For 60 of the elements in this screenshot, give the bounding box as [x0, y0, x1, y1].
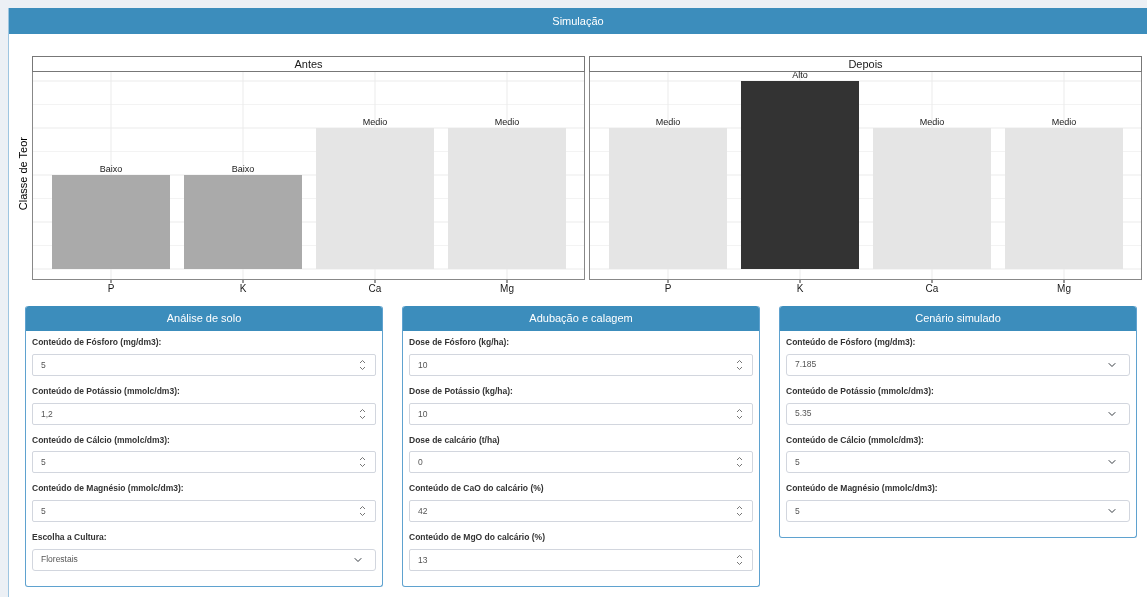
field-label: Conteúdo de Potássio (mmolc/dm3):: [786, 384, 935, 398]
axis-label: P: [107, 283, 114, 294]
field-label: Conteúdo de MgO do calcário (%): [409, 531, 546, 544]
spinner-icon[interactable]: [359, 505, 366, 517]
field-label: Conteúdo de CaO do calcário (%): [409, 482, 545, 495]
y-axis-title: Classe de Teor: [16, 137, 30, 211]
number-input[interactable]: 1,2: [32, 402, 376, 425]
field-label: Conteúdo de Cálcio (mmolc/dm3):: [786, 433, 925, 447]
dropdown[interactable]: Florestais: [32, 548, 376, 571]
panel-title: Análise de solo: [26, 306, 382, 331]
spinner-icon[interactable]: [359, 358, 366, 371]
axis-label: P: [664, 283, 671, 294]
field-label: Dose de calcário (t/ha): [409, 433, 501, 447]
facet-strip: Depois: [588, 56, 1142, 72]
field-label: Dose de Fósforo (kg/ha):: [409, 336, 511, 349]
axis-label: Ca: [925, 283, 938, 294]
spinner-icon[interactable]: [359, 456, 366, 469]
axis-label: Ca: [368, 283, 381, 294]
panel-title: Adubação e calagem: [403, 306, 759, 331]
number-input[interactable]: 5: [32, 353, 376, 376]
number-input[interactable]: 0: [409, 451, 753, 474]
axis-label: K: [796, 283, 803, 294]
number-input[interactable]: 5: [32, 451, 376, 474]
spinner-icon[interactable]: [736, 553, 743, 566]
number-input[interactable]: 5: [32, 500, 376, 522]
field-label: Conteúdo de Potássio (mmolc/dm3):: [32, 384, 181, 398]
field-label: Conteúdo de Magnésio (mmolc/dm3):: [32, 482, 185, 495]
bar-label: Baixo: [99, 164, 122, 174]
field-label: Escolha a Cultura:: [32, 531, 108, 544]
spinner-icon[interactable]: [359, 407, 366, 420]
bar-label: Medio: [362, 117, 387, 127]
number-input[interactable]: 42: [409, 500, 753, 522]
spinner-icon[interactable]: [736, 505, 743, 517]
field-label: Conteúdo de Fósforo (mg/dm3):: [32, 336, 163, 349]
field-label: Dose de Potássio (kg/ha):: [409, 384, 514, 398]
dropdown[interactable]: 7.185: [786, 353, 1130, 376]
panel-title: Cenário simulado: [780, 306, 1136, 331]
dropdown[interactable]: 5: [786, 500, 1130, 522]
box-title: Simulação: [9, 8, 1147, 34]
bar-label: Medio: [1051, 117, 1076, 127]
field-label: Conteúdo de Magnésio (mmolc/dm3):: [786, 482, 939, 495]
bar-label: Baixo: [231, 164, 254, 174]
bar-label: Medio: [494, 117, 519, 127]
dropdown[interactable]: 5.35: [786, 402, 1130, 425]
spinner-icon[interactable]: [736, 456, 743, 469]
field-label: Conteúdo de Fósforo (mg/dm3):: [786, 336, 917, 349]
number-input[interactable]: 10: [409, 353, 753, 376]
number-input[interactable]: 10: [409, 402, 753, 425]
dropdown[interactable]: 5: [786, 451, 1130, 474]
axis-label: Mg: [499, 283, 514, 294]
axis-label: K: [239, 283, 246, 294]
axis-label: Mg: [1056, 283, 1071, 294]
spinner-icon[interactable]: [736, 407, 743, 420]
bar-label: Alto: [791, 70, 808, 80]
bar-label: Medio: [655, 117, 680, 127]
facet-strip: Antes: [31, 56, 585, 72]
number-input[interactable]: 13: [409, 548, 753, 571]
field-label: Conteúdo de Cálcio (mmolc/dm3):: [32, 433, 171, 447]
bar-label: Medio: [919, 117, 944, 127]
spinner-icon[interactable]: [736, 358, 743, 371]
